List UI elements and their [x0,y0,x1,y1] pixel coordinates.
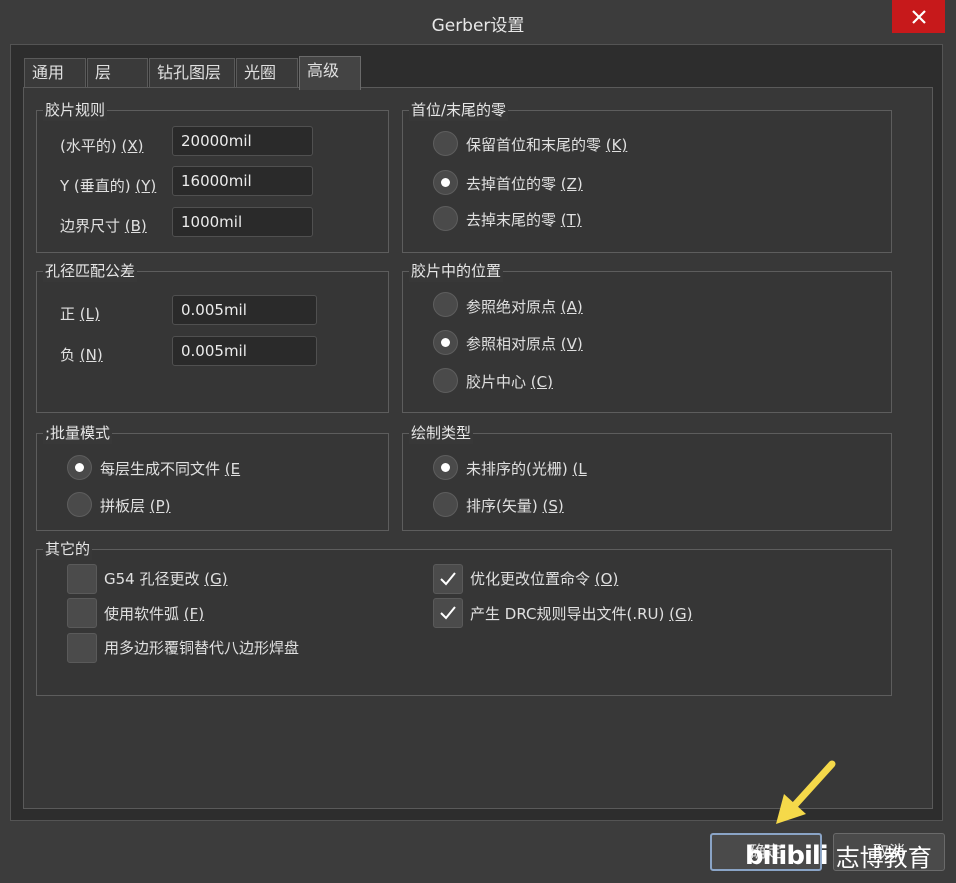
g54-label: G54 孔径更改 (G) [104,570,228,588]
octagonal-pads-label: 用多边形覆铜替代八边形焊盘 [104,639,300,657]
close-icon [911,9,926,24]
separate-file-radio[interactable] [67,455,92,480]
close-button[interactable] [892,0,945,33]
tolerance-plus-input[interactable]: 0.005mil [172,295,317,325]
group-title: 孔径匹配公差 [43,260,138,282]
group-title: 绘制类型 [409,422,474,444]
keep-zeros-radio[interactable] [433,131,458,156]
bilibili-logo: bilibili [745,840,829,871]
unsorted-raster-radio[interactable] [433,455,458,480]
keep-zeros-label: 保留首位和末尾的零 (K) [466,136,628,154]
film-x-input[interactable]: 20000mil [172,126,313,156]
plot-type-group: 绘制类型 [402,422,892,531]
checkmark-icon [440,572,456,586]
relative-origin-radio[interactable] [433,330,458,355]
watermark: bilibili 志博教育 [745,838,932,873]
group-title: 其它的 [43,538,93,560]
software-arcs-checkbox[interactable] [67,598,97,628]
tab-drill-drawing[interactable]: 钻孔图层 [149,58,235,88]
sorted-vector-radio[interactable] [433,492,458,517]
optimize-moves-label: 优化更改位置命令 (O) [470,570,619,588]
group-title: 胶片中的位置 [409,260,504,282]
window-title: Gerber设置 [431,16,525,36]
tolerance-minus-label: 负 (N) [60,346,103,364]
g54-checkbox[interactable] [67,564,97,594]
group-title: ;批量模式 [43,422,113,444]
absolute-origin-label: 参照绝对原点 (A) [466,298,583,316]
film-y-input[interactable]: 16000mil [172,166,313,196]
absolute-origin-radio[interactable] [433,292,458,317]
pointer-arrow-icon [776,760,836,824]
film-y-label: Y (垂直的) (Y) [60,177,157,195]
film-border-label: 边界尺寸 (B) [60,217,147,235]
unsorted-raster-label: 未排序的(光栅) (L [466,460,587,478]
drc-export-checkbox[interactable] [433,598,463,628]
panel-layers-label: 拼板层 (P) [100,497,171,515]
optimize-moves-checkbox[interactable] [433,564,463,594]
octagonal-pads-checkbox[interactable] [67,633,97,663]
film-center-radio[interactable] [433,368,458,393]
tolerance-minus-input[interactable]: 0.005mil [172,336,317,366]
film-center-label: 胶片中心 (C) [466,373,553,391]
checkmark-icon [440,606,456,620]
sorted-vector-label: 排序(矢量) (S) [466,497,564,515]
watermark-text: 志博教育 [835,844,932,872]
tab-advanced[interactable]: 高级 [299,56,361,90]
suppress-leading-radio[interactable] [433,170,458,195]
software-arcs-label: 使用软件弧 (F) [104,605,205,623]
film-border-input[interactable]: 1000mil [172,207,313,237]
suppress-trailing-radio[interactable] [433,206,458,231]
group-title: 首位/末尾的零 [409,99,509,121]
tab-apertures[interactable]: 光圈 [236,58,298,88]
suppress-trailing-label: 去掉末尾的零 (T) [466,211,582,229]
group-title: 胶片规则 [43,99,108,121]
relative-origin-label: 参照相对原点 (V) [466,335,583,353]
tab-layers[interactable]: 层 [87,58,148,88]
panel-layers-radio[interactable] [67,492,92,517]
tolerance-plus-label: 正 (L) [60,305,100,323]
film-x-label: (水平的) (X) [60,137,144,155]
title-bar: Gerber设置 [0,0,956,44]
batch-mode-group: ;批量模式 [36,422,389,531]
suppress-leading-label: 去掉首位的零 (Z) [466,175,583,193]
tab-general[interactable]: 通用 [24,58,86,88]
drc-export-label: 产生 DRC规则导出文件(.RU) (G) [470,605,693,623]
separate-file-label: 每层生成不同文件 (E [100,460,241,478]
